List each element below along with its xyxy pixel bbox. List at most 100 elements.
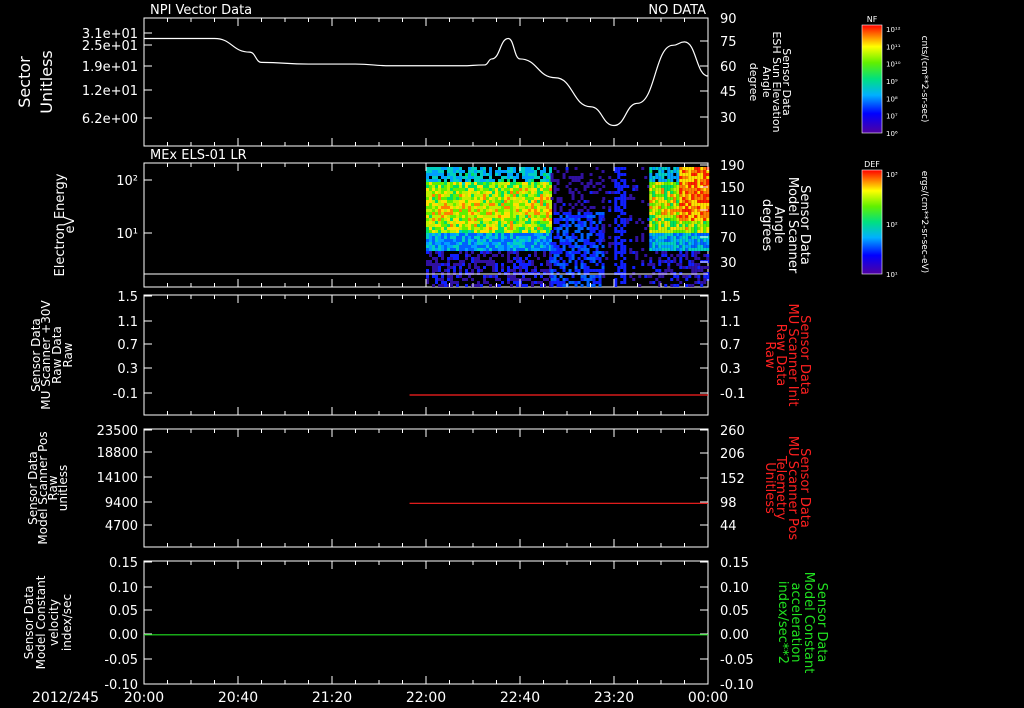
spectrogram-cell (519, 239, 522, 242)
spectrogram-cell (489, 227, 492, 230)
spectrogram-cell (474, 218, 477, 221)
spectrogram-cell (703, 278, 707, 281)
spectrogram-cell (623, 275, 627, 278)
spectrogram-cell (438, 206, 441, 209)
spectrogram-cell (525, 197, 528, 200)
spectrogram-cell (522, 170, 525, 173)
spectrogram-cell (426, 173, 429, 176)
spectrogram-cell (688, 194, 692, 197)
spectrogram-cell (474, 257, 477, 260)
spectrogram-cell (441, 278, 444, 281)
left-tick-label: 1.1 (117, 315, 138, 330)
right-tick-label: -0.1 (720, 387, 745, 402)
spectrogram-cell (673, 197, 677, 200)
spectrogram-cell (462, 194, 465, 197)
spectrogram-cell (697, 188, 701, 191)
spectrogram-cell (522, 203, 525, 206)
spectrogram-cell (474, 173, 477, 176)
spectrogram-cell (679, 266, 683, 269)
spectrogram-cell (477, 242, 480, 245)
spectrogram-cell (441, 191, 444, 194)
spectrogram-cell (477, 284, 480, 287)
spectrogram-cell (658, 236, 662, 239)
spectrogram-cell (543, 251, 546, 254)
spectrogram-cell (489, 176, 492, 179)
spectrogram-cell (462, 236, 465, 239)
spectrogram-cell (652, 188, 656, 191)
spectrogram-cell (565, 221, 569, 224)
spectrogram-cell (583, 185, 587, 188)
spectrogram-cell (562, 173, 566, 176)
spectrogram-cell (534, 269, 537, 272)
spectrogram-cell (429, 197, 432, 200)
spectrogram-cell (459, 206, 462, 209)
spectrogram-cell (655, 251, 659, 254)
spectrogram-cell (429, 173, 432, 176)
spectrogram-cell (507, 275, 510, 278)
spectrogram-cell (453, 173, 456, 176)
spectrogram-cell (682, 176, 686, 179)
spectrogram-cell (435, 251, 438, 254)
spectrogram-cell (706, 227, 710, 230)
spectrogram-cell (673, 185, 677, 188)
spectrogram-cell (432, 209, 435, 212)
spectrogram-cell (658, 230, 662, 233)
spectrogram-cell (498, 185, 501, 188)
spectrogram-cell (574, 266, 578, 269)
spectrogram-cell (480, 242, 483, 245)
spectrogram-cell (507, 170, 510, 173)
spectrogram-cell (661, 200, 665, 203)
spectrogram-cell (553, 203, 557, 206)
spectrogram-cell (498, 239, 501, 242)
spectrogram-cell (513, 170, 516, 173)
spectrogram-cell (688, 263, 692, 266)
date-label: 2012/245 (32, 690, 99, 706)
right-tick-label: 70 (720, 231, 737, 246)
spectrogram-cell (571, 221, 575, 224)
right-tick-label: 1.5 (720, 290, 741, 305)
spectrogram-cell (435, 173, 438, 176)
spectrogram-cell (592, 245, 596, 248)
spectrogram-cell (664, 221, 668, 224)
spectrogram-cell (453, 218, 456, 221)
spectrogram-cell (426, 236, 429, 239)
spectrogram-cell (525, 227, 528, 230)
spectrogram-cell (468, 200, 471, 203)
spectrogram-cell (429, 221, 432, 224)
spectrogram-cell (480, 203, 483, 206)
spectrogram-cell (477, 185, 480, 188)
spectrogram-cell (661, 242, 665, 245)
spectrogram-cell (486, 182, 489, 185)
spectrogram-cell (673, 209, 677, 212)
spectrogram-cell (495, 203, 498, 206)
spectrogram-cell (559, 236, 563, 239)
spectrogram-cell (694, 179, 698, 182)
spectrogram-cell (489, 212, 492, 215)
spectrogram-cell (706, 212, 710, 215)
spectrogram-cell (453, 227, 456, 230)
spectrogram-cell (688, 200, 692, 203)
spectrogram-cell (595, 251, 599, 254)
spectrogram-cell (438, 170, 441, 173)
spectrogram-cell (486, 206, 489, 209)
sun-elevation-line (144, 37, 709, 127)
spectrogram-cell (688, 173, 692, 176)
spectrogram-cell (620, 254, 624, 257)
spectrogram-cell (658, 173, 662, 176)
spectrogram-cell (456, 209, 459, 212)
spectrogram-cell (546, 248, 549, 251)
spectrogram-cell (453, 239, 456, 242)
spectrogram-cell (670, 170, 674, 173)
spectrogram-cell (553, 254, 557, 257)
spectrogram-cell (468, 206, 471, 209)
spectrogram-cell (528, 215, 531, 218)
spectrogram-cell (694, 173, 698, 176)
spectrogram-cell (465, 239, 468, 242)
spectrogram-cell (453, 236, 456, 239)
spectrogram-cell (462, 176, 465, 179)
spectrogram-cell (583, 215, 587, 218)
spectrogram-cell (620, 212, 624, 215)
spectrogram-cell (519, 212, 522, 215)
spectrogram-cell (426, 185, 429, 188)
spectrogram-cell (670, 206, 674, 209)
